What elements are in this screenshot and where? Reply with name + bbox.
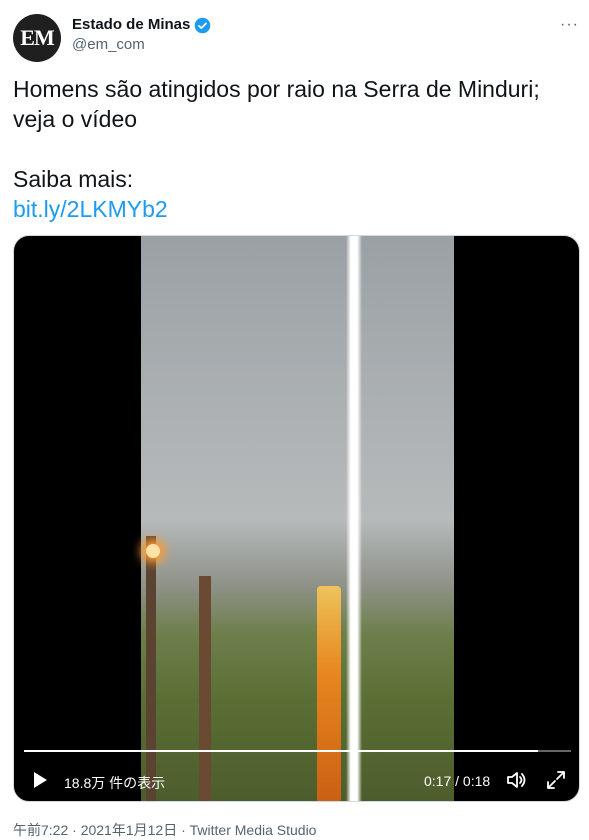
tweet-line: veja o vídeo: [13, 106, 138, 132]
fullscreen-icon[interactable]: [544, 768, 568, 792]
tweet-line: Homens são atingidos por raio na Serra d…: [13, 76, 540, 102]
view-count: 18.8万 件の表示: [64, 775, 166, 791]
video-progress-bar[interactable]: [24, 750, 571, 752]
tweet-text: Homens são atingidos por raio na Serra d…: [13, 74, 573, 224]
spark-flash: [146, 544, 160, 558]
video-player[interactable]: 18.8万 件の表示 0:17 / 0:18: [13, 235, 580, 802]
tweet-link[interactable]: bit.ly/2LKMYb2: [13, 196, 168, 222]
volume-icon[interactable]: [504, 768, 528, 792]
verified-badge-icon: [195, 17, 211, 33]
tweet-metadata[interactable]: 午前7:22 · 2021年1月12日 · Twitter Media Stud…: [13, 820, 316, 840]
video-controls: 18.8万 件の表示 0:17 / 0:18: [14, 762, 579, 798]
author-block[interactable]: Estado de Minas @em_com: [72, 15, 211, 55]
lightning-bolt: [346, 236, 362, 801]
avatar[interactable]: EM: [13, 14, 61, 62]
more-options-icon[interactable]: ···: [560, 16, 579, 34]
handle[interactable]: @em_com: [72, 35, 211, 55]
video-progress-fill: [24, 750, 539, 752]
display-name-row[interactable]: Estado de Minas: [72, 15, 211, 35]
tweet-header: EM Estado de Minas @em_com ···: [13, 12, 583, 62]
play-icon[interactable]: [30, 770, 50, 790]
video-time: 0:17 / 0:18: [424, 773, 491, 789]
display-name[interactable]: Estado de Minas: [72, 15, 190, 35]
video-frame: [141, 236, 454, 801]
tweet-line: Saiba mais:: [13, 166, 134, 192]
